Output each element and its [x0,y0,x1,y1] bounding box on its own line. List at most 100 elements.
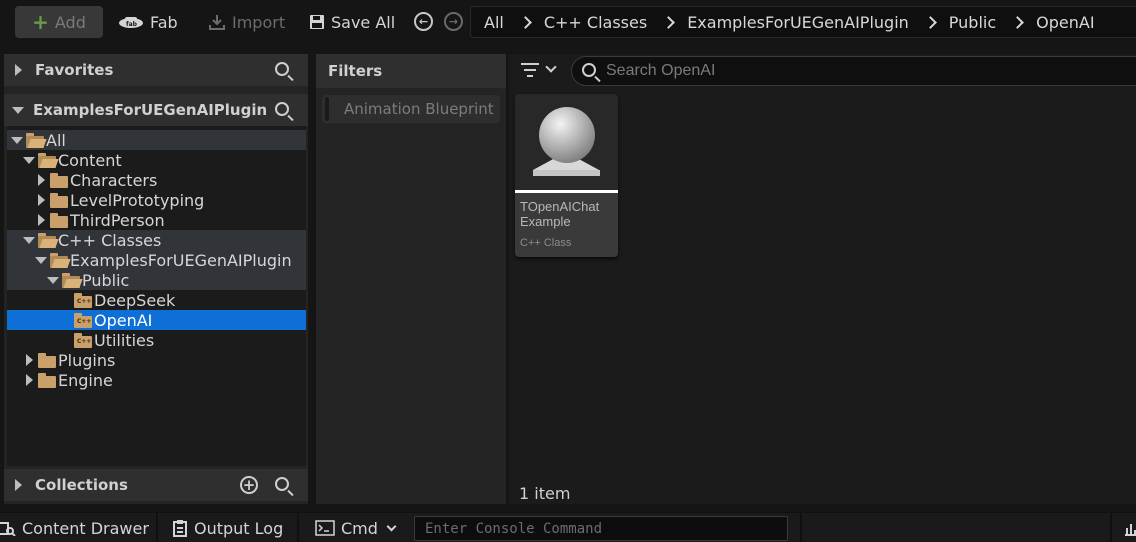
tree-item-label: ThirdPerson [70,210,165,230]
import-button[interactable]: Import [208,6,285,38]
project-label: ExamplesForUEGenAIPlugin [33,101,268,119]
asset-thumbnail [515,94,618,190]
tree-item-label: Characters [70,170,158,190]
tree-item[interactable]: Public [7,270,306,290]
save-all-button[interactable]: Save All [309,6,395,38]
tree-item-label: Public [82,270,130,290]
tree-item[interactable]: Characters [7,170,306,190]
collapse-arrow-icon[interactable] [47,276,59,284]
content-drawer-button[interactable]: Content Drawer [0,513,149,542]
import-label: Import [232,12,286,32]
save-all-label: Save All [331,12,396,32]
expand-arrow-icon[interactable] [25,354,33,366]
filters-header: Filters [316,54,506,88]
trace-button[interactable] [1124,513,1136,542]
folder-icon [49,172,69,188]
folder-open-icon [49,252,69,268]
collapse-arrow-icon[interactable] [12,106,24,114]
terminal-icon [315,520,335,536]
content-search-input[interactable] [606,61,1106,81]
chevron-right-icon[interactable] [518,15,532,29]
tree-item[interactable]: C++ Classes [7,230,306,250]
chevron-down-icon[interactable] [545,61,557,73]
item-count: 1 item [519,484,571,503]
favorites-label: Favorites [35,61,114,79]
tree-item[interactable]: LevelPrototyping [7,190,306,210]
output-log-label: Output Log [194,518,284,538]
cpp-folder-icon: C++ [73,332,93,348]
cmd-dropdown[interactable]: Cmd [315,513,397,542]
add-label: Add [54,12,86,32]
tree-item-label: ExamplesForUEGenAIPlugin [70,250,292,270]
collections-header[interactable]: Collections + [4,469,308,501]
expand-arrow-icon[interactable] [37,214,45,226]
expand-arrow-icon[interactable] [15,64,22,76]
breadcrumb-item[interactable]: ExamplesForUEGenAIPlugin [687,13,909,32]
tree-item[interactable]: All [7,130,306,150]
tree-item-label: All [46,130,66,150]
filter-icon[interactable] [521,62,541,78]
tree-item[interactable]: C++ DeepSeek [7,290,306,310]
chevron-right-icon[interactable] [662,15,676,29]
forward-arrow-icon[interactable]: → [444,12,463,31]
tree-item-label: C++ Classes [58,230,162,250]
collapse-arrow-icon[interactable] [23,156,35,164]
trace-icon [1125,524,1136,536]
console-command-input[interactable] [425,519,775,538]
search-icon[interactable] [275,102,289,116]
tree-item[interactable]: C++ OpenAI [7,310,306,330]
tree-item-label: LevelPrototyping [70,190,205,210]
breadcrumb-item[interactable]: All [484,13,504,32]
breadcrumb-item[interactable]: Public [949,13,996,32]
collapse-arrow-icon[interactable] [11,136,23,144]
divider [1110,513,1112,542]
collapse-arrow-icon[interactable] [35,256,47,264]
tree-item[interactable]: Content [7,150,306,170]
tree-item[interactable]: Plugins [7,350,306,370]
toolbar: + Add fab Fab Import Save All ← → All C+… [0,0,1136,46]
content-browser: TOpenAIChat Example C++ Class 1 item [509,54,1136,504]
tree-item[interactable]: C++ Utilities [7,330,306,350]
favorites-header[interactable]: Favorites [4,54,308,86]
filter-chip-label: Animation Blueprint [344,100,494,118]
chevron-right-icon[interactable] [923,15,937,29]
cmd-label: Cmd [341,518,378,538]
save-icon [310,15,324,29]
filter-chip[interactable]: Animation Blueprint [322,95,500,123]
tree-item[interactable]: Engine [7,370,306,390]
expand-arrow-icon[interactable] [37,174,45,186]
breadcrumb-item[interactable]: C++ Classes [544,13,647,32]
tree-item-label: Engine [58,370,113,390]
output-log-button[interactable]: Output Log [172,513,283,542]
search-icon[interactable] [275,62,289,76]
collapse-arrow-icon[interactable] [23,236,35,244]
content-search-box[interactable] [571,56,1136,86]
type-color-strip [515,190,618,193]
folder-icon [37,372,57,388]
divider [156,513,158,542]
filters-panel: Filters Animation Blueprint [316,54,506,504]
plus-icon: + [32,10,49,34]
tree-item[interactable]: ThirdPerson [7,210,306,230]
content-drawer-label: Content Drawer [22,518,149,538]
asset-tile[interactable]: TOpenAIChat Example C++ Class [515,94,618,257]
expand-arrow-icon[interactable] [25,374,33,386]
console-command-box[interactable] [414,516,788,541]
sources-panel: Favorites ExamplesForUEGenAIPlugin All Co… [4,54,308,504]
chevron-right-icon[interactable] [1011,15,1025,29]
add-button[interactable]: + Add [15,6,103,38]
content-drawer-icon [0,522,16,536]
import-icon [209,15,225,30]
expand-arrow-icon[interactable] [37,194,45,206]
chip-toggle[interactable] [325,97,329,121]
back-arrow-icon[interactable]: ← [414,12,433,31]
fab-button[interactable]: fab Fab [118,6,178,38]
tree-item-label: DeepSeek [94,290,176,310]
tree-item[interactable]: ExamplesForUEGenAIPlugin [7,250,306,270]
expand-arrow-icon[interactable] [15,479,22,491]
add-collection-icon[interactable]: + [240,476,258,494]
search-icon[interactable] [275,477,289,491]
project-header[interactable]: ExamplesForUEGenAIPlugin [4,94,308,126]
divider [297,513,299,542]
breadcrumb-item[interactable]: OpenAI [1036,13,1094,32]
